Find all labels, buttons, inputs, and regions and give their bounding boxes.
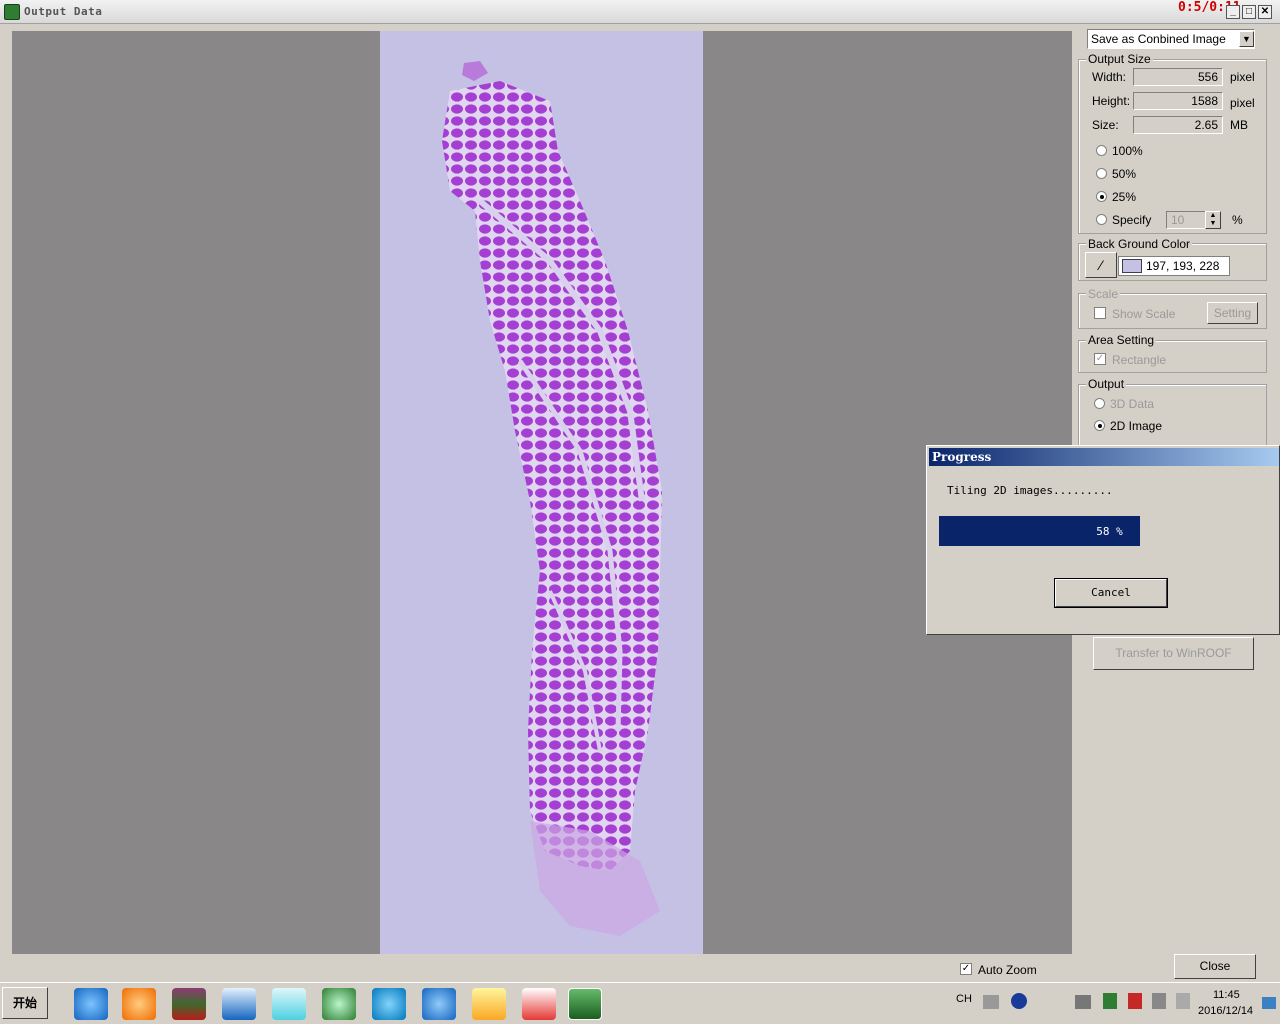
show-scale-checkbox[interactable] <box>1094 307 1106 319</box>
radio-specify-label: Specify <box>1112 213 1152 227</box>
close-button[interactable]: Close <box>1174 954 1256 979</box>
save-mode-value: Save as Conbined Image <box>1091 32 1226 46</box>
eraser-icon[interactable] <box>272 988 306 1020</box>
output-label: Output <box>1086 377 1127 391</box>
progress-percent: 58 % <box>1096 525 1123 538</box>
radio-specify[interactable] <box>1096 214 1107 225</box>
width-unit: pixel <box>1230 70 1255 84</box>
ie-icon[interactable] <box>74 988 108 1020</box>
radio-50-label: 50% <box>1112 167 1137 181</box>
background-color-field[interactable]: 197, 193, 228 <box>1118 256 1230 276</box>
shield-icon[interactable] <box>1103 993 1117 1009</box>
height-unit: pixel <box>1230 96 1255 110</box>
color-swatch <box>1122 259 1142 273</box>
green-browser-icon[interactable] <box>322 988 356 1020</box>
device-icon[interactable] <box>1152 993 1166 1009</box>
show-desktop-icon[interactable] <box>1262 997 1276 1009</box>
auto-zoom-label: Auto Zoom <box>978 963 1037 977</box>
network-icon[interactable] <box>1075 995 1091 1009</box>
radio-3d-data[interactable] <box>1094 398 1105 409</box>
language-indicator[interactable]: CH <box>956 993 972 1005</box>
tissue-image <box>380 31 703 954</box>
scale-label: Scale <box>1086 287 1121 301</box>
window-title: Output Data <box>24 5 103 18</box>
media-player-icon[interactable] <box>122 988 156 1020</box>
radio-100[interactable] <box>1096 145 1107 156</box>
specify-stepper[interactable]: ▲ ▼ <box>1205 211 1221 229</box>
radio-100-label: 100% <box>1112 144 1143 158</box>
clock-date: 2016/12/14 <box>1198 1005 1254 1017</box>
scale-setting-button[interactable]: Setting <box>1207 302 1258 324</box>
progress-title: Progress <box>929 448 1279 466</box>
title-bar: Output Data 0:5/0:11 _ □ ✕ <box>0 0 1280 24</box>
eyedropper-icon[interactable]: ⁄ <box>1085 252 1117 278</box>
volume-icon[interactable] <box>1176 993 1190 1009</box>
progress-message: Tiling 2D images......... <box>947 484 1113 497</box>
save-mode-select[interactable]: Save as Conbined Image ▼ <box>1087 29 1255 49</box>
show-scale-label: Show Scale <box>1112 307 1176 321</box>
height-label: Height: <box>1092 94 1131 108</box>
width-field[interactable]: 556 <box>1133 68 1223 86</box>
radio-2d-image[interactable] <box>1094 420 1105 431</box>
size-label: Size: <box>1092 118 1119 132</box>
cancel-button[interactable]: Cancel <box>1054 578 1168 608</box>
radio-25-label: 25% <box>1112 190 1137 204</box>
security-icon[interactable] <box>1128 993 1142 1009</box>
background-color-label: Back Ground Color <box>1086 237 1193 251</box>
clock-time: 11:45 <box>1213 989 1240 1001</box>
start-label: 开始 <box>12 996 37 1010</box>
size-field[interactable]: 2.65 <box>1133 116 1223 134</box>
winrar-icon[interactable] <box>172 988 206 1020</box>
radio-25[interactable] <box>1096 191 1107 202</box>
auto-zoom-checkbox[interactable]: ✓ <box>960 963 972 975</box>
pdf-icon[interactable] <box>522 988 556 1020</box>
radio-3d-data-label: 3D Data <box>1110 397 1155 411</box>
progress-bar: 58 % <box>939 516 1269 548</box>
close-window-button[interactable]: ✕ <box>1258 5 1272 19</box>
background-color-value: 197, 193, 228 <box>1146 259 1220 273</box>
app-taskbar-icon[interactable] <box>568 988 602 1020</box>
output-group <box>1078 384 1267 446</box>
start-button[interactable]: 开始 <box>2 987 48 1019</box>
maximize-button[interactable]: □ <box>1242 5 1256 19</box>
rectangle-label: Rectangle <box>1112 353 1167 367</box>
radio-2d-image-label: 2D Image <box>1110 419 1163 433</box>
transfer-to-winroof-button[interactable]: Transfer to WinROOF <box>1093 637 1254 670</box>
help-icon[interactable] <box>1011 993 1027 1009</box>
tissue-section-image <box>442 61 662 936</box>
minimize-button[interactable]: _ <box>1226 5 1240 19</box>
radio-50[interactable] <box>1096 168 1107 179</box>
output-size-label: Output Size <box>1086 52 1153 66</box>
chevron-down-icon[interactable]: ▼ <box>1239 31 1254 47</box>
progress-dialog: Progress Tiling 2D images......... 58 % … <box>926 445 1280 635</box>
app-icon <box>4 4 20 20</box>
rectangle-checkbox[interactable]: ✓ <box>1094 353 1106 365</box>
size-unit: MB <box>1230 118 1248 132</box>
sync-icon[interactable] <box>372 988 406 1020</box>
word-icon[interactable] <box>222 988 256 1020</box>
height-field[interactable]: 1588 <box>1133 92 1223 110</box>
ie2-icon[interactable] <box>422 988 456 1020</box>
folder-icon[interactable] <box>472 988 506 1020</box>
keyboard-icon[interactable] <box>983 995 999 1009</box>
area-setting-label: Area Setting <box>1086 333 1157 347</box>
specify-unit: % <box>1232 213 1243 227</box>
width-label: Width: <box>1092 70 1127 84</box>
taskbar: 开始 CH 11:45 2016/12/14 <box>0 982 1280 1024</box>
